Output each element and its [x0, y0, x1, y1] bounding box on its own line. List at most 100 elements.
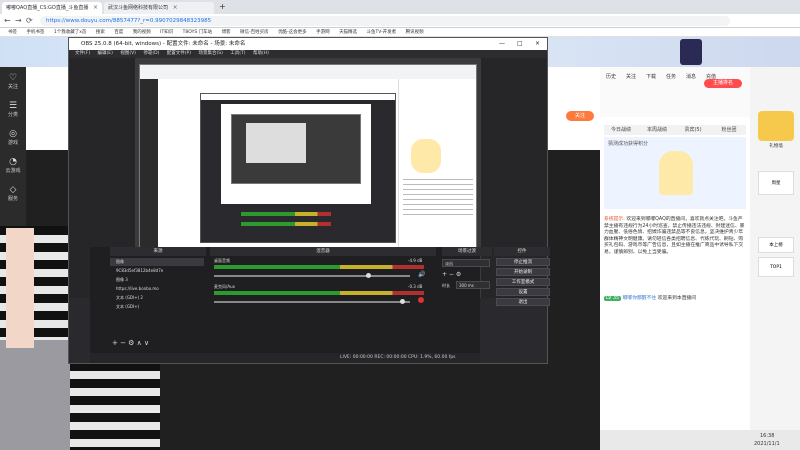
tab-title: 嘟嘟QAQ直播_CS:GO直播_斗鱼直播 [6, 5, 89, 11]
obs-menubar: 文件(F) 编辑(E) 视图(V) 停靠(D) 配置文件(P) 场景集合(S) … [69, 50, 547, 58]
clock-date: 2021/11/1 [754, 441, 780, 447]
duration-label: 时长 [442, 283, 450, 288]
source-item[interactable]: https://live.bonbo.mo [110, 285, 204, 293]
bookmark[interactable]: 优酷-这会更多 [278, 28, 307, 36]
source-item[interactable]: 图像 3 [110, 276, 204, 284]
maximize-icon[interactable]: □ [517, 38, 523, 50]
tab-week[interactable]: 本周战绩 [640, 125, 674, 135]
close-icon[interactable]: × [93, 4, 98, 11]
duration-input[interactable]: 300 ms [456, 281, 490, 289]
menu-item[interactable]: 文件(F) [75, 50, 90, 58]
tab-fans[interactable]: 粉丝团 [712, 125, 746, 135]
photo-arm [6, 228, 34, 348]
menu-item[interactable]: 视图(V) [120, 50, 136, 58]
dock-title-controls: 控件 [494, 247, 550, 256]
menu-item[interactable]: 场景集合(S) [198, 50, 222, 58]
gift-wall-label[interactable]: 礼物墙 [758, 143, 794, 149]
photo-bed [0, 340, 70, 450]
stop-stream-button[interactable]: 停止推流 [496, 258, 550, 266]
clock-time: 16:38 [760, 433, 775, 439]
bookmark[interactable]: 手机书签 [26, 28, 44, 36]
browser-tab-company[interactable]: 武汉斗鱼网络科技有限公司 × [104, 2, 214, 14]
mixer-name: 麦克风/Aux [214, 284, 235, 289]
bookmark[interactable]: 百度 [114, 28, 123, 36]
captured-obs-preview [221, 104, 371, 204]
bookmark[interactable]: T8OYS 门车站 [183, 28, 212, 36]
add-source-icon[interactable]: + − ⚙ ∧ ∨ [112, 339, 149, 347]
exit-button[interactable]: 退出 [496, 298, 550, 306]
bookmark[interactable]: 搜索 [96, 28, 105, 36]
close-icon[interactable]: × [173, 4, 178, 11]
volume-knob[interactable] [400, 299, 405, 304]
minimize-icon[interactable]: — [499, 38, 505, 50]
bookmark[interactable]: 我的视频 [133, 28, 151, 36]
nav-games[interactable]: ◎ 游戏 [0, 129, 26, 146]
game-icon: ◎ [9, 129, 17, 139]
menu-item[interactable]: 帮助(H) [253, 50, 269, 58]
mixer-db: -0.3 dB [408, 284, 423, 289]
bookmark[interactable]: 天猫精选 [339, 28, 357, 36]
forward-icon[interactable]: → [15, 16, 22, 26]
add-transition-icon[interactable]: + − ⚙ [442, 271, 461, 278]
studio-mode-button[interactable]: 工作室模式 [496, 278, 550, 286]
rank-button[interactable]: 主播排名 [704, 79, 742, 88]
tab-vip[interactable]: 贵宾(5) [676, 125, 710, 135]
menu-item[interactable]: 编辑(E) [98, 50, 113, 58]
nav-follow[interactable]: ♡ 关注 [0, 73, 26, 90]
menu-item[interactable]: 工具(T) [230, 50, 245, 58]
nav-label: 云游戏 [5, 168, 21, 174]
notice-label: 系统提示: [604, 217, 625, 222]
back-icon[interactable]: ← [4, 16, 11, 26]
status-text: LIVE: 00:00:00 REC: 00:00:00 CPU: 1.9%, … [340, 355, 456, 360]
source-item[interactable]: 9C83d5ef3812b4e8d7e [110, 267, 204, 275]
gift-badge[interactable]: 周星 [758, 171, 794, 195]
counter[interactable]: 消息 [686, 73, 696, 80]
source-item[interactable]: 图像 [110, 258, 204, 266]
bookmark[interactable]: IT知识 [160, 28, 173, 36]
nav-cloud-games[interactable]: ◔ 云游戏 [0, 157, 26, 174]
gift-badge-image [758, 111, 794, 141]
counter[interactable]: 历史 [606, 73, 616, 80]
nav-label: 关注 [7, 84, 18, 90]
new-tab-button[interactable]: + [216, 2, 230, 14]
url-input[interactable]: https://www.douyu.com/8857477?_r=0.99070… [40, 16, 730, 26]
gift-badge[interactable]: 本上榜 [758, 237, 794, 253]
chat-username[interactable]: 嘟嘟你都醒不住 [623, 296, 657, 301]
source-item[interactable]: 文本 (GDI+) 2 [110, 294, 204, 302]
start-record-button[interactable]: 开始录制 [496, 268, 550, 276]
volume-slider[interactable] [214, 275, 410, 277]
close-icon[interactable]: × [535, 38, 540, 50]
menu-item[interactable]: 停靠(D) [143, 50, 159, 58]
counter[interactable]: 下载 [646, 73, 656, 80]
refresh-icon[interactable]: ⟳ [26, 16, 33, 26]
tab-today[interactable]: 今日战绩 [604, 125, 638, 135]
counter[interactable]: 任务 [666, 73, 676, 80]
bookmark[interactable]: 书签 [8, 28, 17, 36]
speaker-icon[interactable]: 🔊 [418, 271, 425, 278]
nav-label: 分类 [7, 112, 18, 118]
nav-category[interactable]: ☰ 分类 [0, 101, 26, 118]
browser-tab-douyu[interactable]: 嘟嘟QAQ直播_CS:GO直播_斗鱼直播 × [2, 2, 102, 14]
follow-button[interactable]: 关注 [566, 111, 594, 121]
gift-badge[interactable]: TOP1 [758, 257, 794, 277]
chat-panel: 历史 关注 下载 任务 消息 充值 主播排名 今日战绩 本周战绩 贵宾(5) 粉… [600, 67, 750, 450]
list-icon: ☰ [8, 101, 18, 111]
bookmark[interactable]: 1个我收藏了x首 [54, 28, 87, 36]
banner-character [680, 39, 702, 65]
bookmark[interactable]: 手游网 [316, 28, 330, 36]
level-badge: LV 35 [604, 296, 622, 301]
nav-service[interactable]: ◇ 服务 [0, 185, 26, 202]
bookmark[interactable]: 博客 [222, 28, 231, 36]
volume-knob[interactable] [366, 273, 371, 278]
transition-select[interactable]: 淡出 [442, 259, 490, 267]
menu-item[interactable]: 配置文件(P) [167, 50, 191, 58]
settings-button[interactable]: 设置 [496, 288, 550, 296]
volume-slider[interactable] [214, 301, 410, 303]
mute-icon[interactable] [418, 297, 424, 303]
bookmark[interactable]: 微信-百姓买房 [240, 28, 269, 36]
bookmark[interactable]: 斗鱼TV-开发者 [367, 28, 397, 36]
captured-inner-window [231, 114, 361, 184]
counter[interactable]: 关注 [626, 73, 636, 80]
bookmark[interactable]: 腾讯视频 [406, 28, 424, 36]
source-item[interactable]: 文本 (GDI+) [110, 303, 204, 311]
